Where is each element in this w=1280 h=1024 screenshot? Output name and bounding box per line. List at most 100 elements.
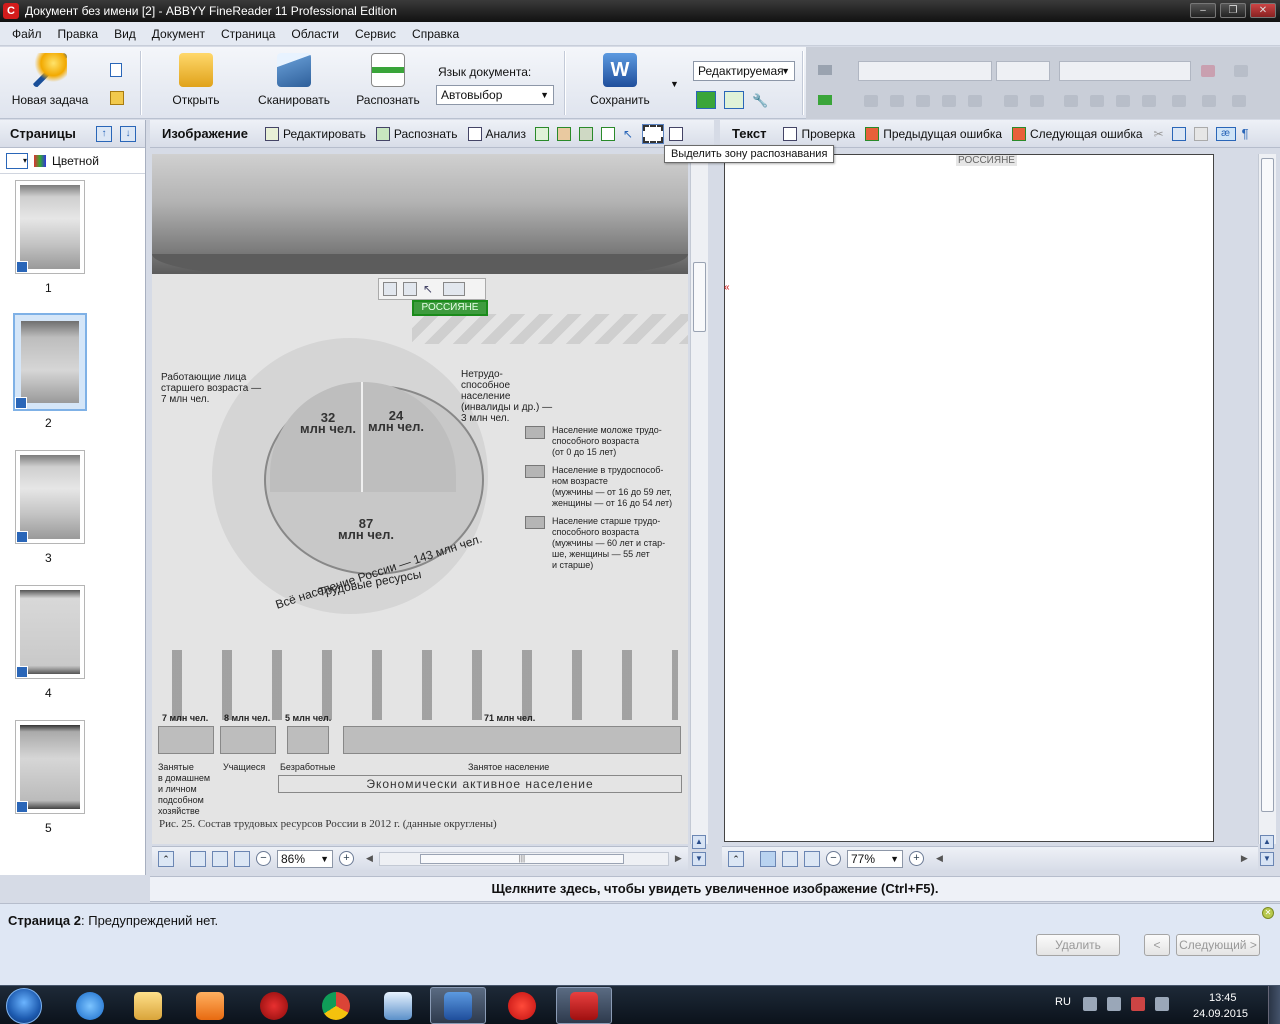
color-mode-label[interactable]: Цветной [52,154,99,168]
zoom-in-icon[interactable]: + [909,851,924,866]
text-zoom-select[interactable]: 77% ▼ [847,849,903,868]
edit-image-button[interactable]: Редактировать [260,126,371,141]
thumbnail-view-icon[interactable]: ▾ [6,152,28,169]
image-horizontal-scrollbar[interactable]: ||| [378,851,669,866]
select-area-alt-icon[interactable] [669,126,684,141]
taskbar-chrome[interactable] [308,987,364,1024]
color-mode-icon[interactable] [34,154,46,167]
image-zoom-select[interactable]: 86% ▼ [277,849,333,868]
input-language[interactable]: RU [1055,996,1071,1008]
fit-height-icon[interactable] [804,850,820,867]
page-thumbnail-2[interactable] [13,313,87,411]
background-area-icon[interactable] [601,126,616,141]
previous-error-button[interactable]: Предыдущая ошибка [860,126,1007,141]
picture-area-icon[interactable] [557,126,572,141]
verify-button[interactable]: Проверка [778,126,860,141]
menu-areas[interactable]: Области [283,27,347,41]
text-editor-page[interactable] [724,154,1214,842]
taskbar-scanner[interactable] [370,987,426,1024]
delete-warning-button[interactable]: Удалить [1036,934,1120,956]
minimize-button[interactable]: – [1190,3,1216,18]
recognition-area-selection[interactable]: РОССИЯНЕ [412,300,488,316]
show-formatting-icon[interactable]: æ [1215,126,1236,141]
text-vertical-scrollbar[interactable] [1258,154,1276,844]
clock-time[interactable]: 13:45 [1209,992,1237,1004]
volume-icon[interactable] [1107,997,1121,1011]
taskbar-explorer[interactable] [120,987,176,1024]
new-task-button[interactable]: Новая задача [10,53,90,107]
analyze-button[interactable]: Анализ [463,126,532,141]
document-language-select[interactable]: Автовыбор ▼ [436,85,554,105]
paragraph-marks-icon[interactable]: ¶ [1242,126,1249,141]
prev-page-icon[interactable]: ▲ [692,835,706,849]
scroll-right-icon[interactable]: ▶ [1241,853,1248,864]
page-thumbnail-5[interactable] [15,720,85,814]
maximize-button[interactable]: ❐ [1220,3,1246,18]
scan-button[interactable]: Сканировать [254,53,334,107]
tray-flag-icon[interactable] [1131,997,1145,1011]
scroll-right-icon[interactable]: ▶ [675,853,682,864]
menu-help[interactable]: Справка [404,27,467,41]
move-page-down-icon[interactable]: ↓ [120,126,136,142]
recognized-text[interactable]: РОССИЯНЕ [956,155,1017,166]
prev-page-icon[interactable]: ▲ [1260,835,1274,849]
scrollbar-thumb[interactable]: ||| [419,853,624,864]
zoom-window-hint[interactable]: Щелкните здесь, чтобы увидеть увеличенно… [150,876,1280,902]
image-vertical-scrollbar[interactable] [690,154,708,844]
taskbar-yandex[interactable] [494,987,550,1024]
move-page-up-icon[interactable]: ↑ [96,126,112,142]
taskbar-internet-explorer[interactable] [62,987,118,1024]
page-thumbnail-1[interactable] [15,180,85,274]
collapse-pane-icon[interactable]: ⌃ [158,850,174,867]
text-format-icon[interactable] [724,91,744,109]
next-page-icon[interactable]: ▼ [692,852,706,866]
fit-width-icon[interactable] [212,850,228,867]
fit-height-icon[interactable] [234,850,250,867]
fit-page-icon[interactable] [760,850,776,867]
save-mode-select[interactable]: Редактируемая ▼ [693,61,795,81]
fit-page-icon[interactable] [190,850,206,867]
recognize-button[interactable]: Распознать [348,53,428,107]
scroll-left-icon[interactable]: ◀ [936,853,943,864]
scrollbar-thumb[interactable] [693,262,706,332]
close-button[interactable]: ✕ [1250,3,1276,18]
text-area-icon[interactable] [535,126,550,141]
recognize-page-button[interactable]: Распознать [371,126,463,141]
zoom-out-icon[interactable]: − [256,851,271,866]
taskbar-app-red[interactable] [246,987,302,1024]
finereader-app-icon[interactable]: C [3,3,19,19]
tray-network-icon[interactable] [1083,997,1097,1011]
scroll-left-icon[interactable]: ◀ [366,853,373,864]
menu-file[interactable]: Файл [4,27,50,41]
next-error-button[interactable]: Следующая ошибка [1007,126,1148,141]
taskbar-finereader[interactable] [556,987,612,1024]
copy-icon[interactable] [1171,126,1186,141]
text-horizontal-scrollbar[interactable] [949,852,1235,866]
tray-monitor-icon[interactable] [1155,997,1169,1011]
table-area-icon[interactable] [579,126,594,141]
select-recognition-area-icon[interactable] [642,123,665,144]
open-folder-small-icon[interactable] [110,91,124,105]
area-order-icon[interactable] [403,282,417,296]
area-props-icon[interactable] [383,282,397,296]
pointer-icon[interactable]: ↖ [623,127,633,141]
new-page-icon[interactable] [110,63,122,77]
open-button[interactable]: Открыть [156,53,236,107]
collapse-pane-icon[interactable]: ⌃ [728,850,744,867]
start-button[interactable] [6,988,42,1024]
page-thumbnail-4[interactable] [15,585,85,679]
previous-warning-button[interactable]: < [1144,934,1170,956]
close-warnings-icon[interactable]: ✕ [1262,907,1274,919]
clock-date[interactable]: 24.09.2015 [1193,1008,1248,1020]
area-pointer-icon[interactable]: ↖ [423,282,437,296]
area-type-icon[interactable] [443,282,465,296]
menu-view[interactable]: Вид [106,27,144,41]
save-button[interactable]: W Сохранить [580,53,660,107]
next-page-icon[interactable]: ▼ [1260,852,1274,866]
scrollbar-thumb[interactable] [1261,158,1274,812]
menu-document[interactable]: Документ [144,27,213,41]
zoom-in-icon[interactable]: + [339,851,354,866]
save-dropdown-icon[interactable]: ▼ [670,79,679,89]
fit-width-icon[interactable] [782,850,798,867]
menu-tools[interactable]: Сервис [347,27,404,41]
